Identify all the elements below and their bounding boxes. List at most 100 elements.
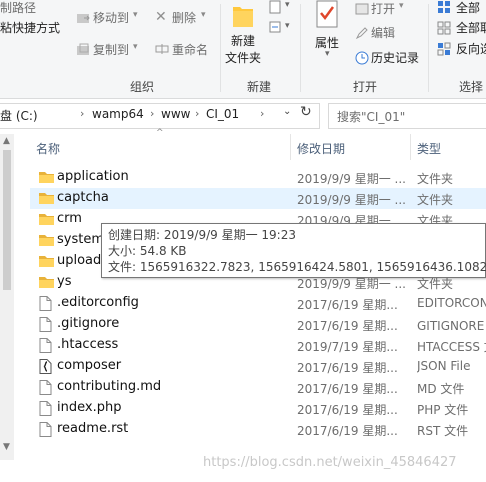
- breadcrumb-drive[interactable]: 盘 (C:): [0, 107, 38, 124]
- file-icon: [39, 317, 52, 335]
- folder-icon: [39, 212, 54, 229]
- copy-to-button[interactable]: 复制到: [93, 42, 129, 58]
- file-name: .editorconfig: [57, 295, 139, 310]
- file-modified-date: 2017/6/19 星期...: [297, 403, 398, 417]
- chevron-down-icon: ▾: [325, 49, 330, 59]
- file-type: HTACCESS 文件: [417, 340, 486, 354]
- open-icon: [355, 2, 369, 19]
- column-divider[interactable]: [290, 134, 291, 160]
- select-group-label: 选择: [459, 80, 484, 94]
- properties-icon: [315, 0, 339, 31]
- new-folder-label-1[interactable]: 新建: [231, 33, 255, 49]
- ribbon-divider: [428, 4, 429, 92]
- file-modified-date: 2017/6/19 星期...: [297, 424, 398, 438]
- rename-icon: [155, 42, 169, 59]
- file-type: JSON File: [417, 359, 471, 373]
- refresh-icon[interactable]: ↻: [300, 104, 312, 120]
- search-input[interactable]: 搜索"CI_01": [337, 108, 405, 125]
- address-bar[interactable]: [0, 103, 320, 129]
- easy-access-icon: [268, 20, 282, 37]
- file-type: GITIGNORE 文件: [417, 319, 486, 333]
- copy-path-button[interactable]: 制路径: [0, 0, 36, 16]
- file-row[interactable]: index.php 2017/6/19 星期... PHP 文件: [30, 398, 486, 419]
- file-row[interactable]: readme.rst 2017/6/19 星期... RST 文件: [30, 419, 486, 440]
- file-row[interactable]: contributing.md 2017/6/19 星期... MD 文件: [30, 377, 486, 398]
- folder-icon: [39, 233, 54, 250]
- breadcrumb-ci01[interactable]: CI_01: [206, 107, 239, 121]
- new-group-label: 新建: [247, 80, 272, 94]
- file-modified-date: 2017/6/19 星期...: [297, 319, 398, 333]
- ribbon: 制路径 粘快捷方式 移动到 ▾ ✕ 删除 ▾ 复制到 ▾ 重命名 组织 ▾ ▾ …: [0, 0, 486, 99]
- breadcrumb-chevron-icon: ›: [80, 107, 85, 120]
- file-icon: [39, 401, 52, 419]
- chevron-down-icon: ▾: [133, 10, 138, 20]
- file-name: application: [57, 169, 129, 184]
- file-type: 文件夹: [417, 172, 454, 186]
- file-name: .htaccess: [57, 337, 119, 352]
- file-modified-date: 2017/6/19 星期...: [297, 382, 398, 396]
- file-icon: [39, 338, 52, 356]
- file-name: ys: [57, 274, 72, 289]
- json-file-icon: [39, 359, 52, 377]
- breadcrumb-www[interactable]: www: [161, 107, 190, 121]
- file-name: contributing.md: [57, 379, 162, 394]
- edit-button[interactable]: 编辑: [371, 25, 395, 41]
- address-dropdown-icon[interactable]: ⌄: [283, 106, 291, 117]
- file-name: readme.rst: [57, 421, 129, 436]
- file-modified-date: 2019/7/19 星期...: [297, 340, 398, 354]
- scrollbar-thumb[interactable]: [3, 150, 11, 290]
- tooltip-files: 文件: 1565916322.7823, 1565916424.5801, 15…: [108, 260, 486, 274]
- file-row[interactable]: .gitignore 2017/6/19 星期... GITIGNORE 文件: [30, 314, 486, 335]
- chevron-down-icon: ▾: [285, 21, 290, 31]
- move-to-button[interactable]: 移动到: [93, 10, 129, 26]
- new-folder-label-2[interactable]: 文件夹: [225, 50, 261, 66]
- file-name: composer: [57, 358, 122, 373]
- column-divider[interactable]: [410, 134, 411, 160]
- delete-icon: ✕: [155, 9, 167, 25]
- move-to-icon: [76, 11, 90, 28]
- file-row[interactable]: application 2019/9/9 星期一 ... 文件夹: [30, 167, 486, 188]
- open-group-label: 打开: [353, 80, 378, 94]
- paste-shortcut-button[interactable]: 粘快捷方式: [0, 20, 60, 36]
- history-button[interactable]: 历史记录: [371, 50, 419, 66]
- file-row[interactable]: composer 2017/6/19 星期... JSON File: [30, 356, 486, 377]
- column-header-type[interactable]: 类型: [417, 140, 441, 157]
- file-icon: [39, 422, 52, 440]
- select-none-button[interactable]: 全部取: [456, 20, 486, 36]
- scroll-down-icon[interactable]: ▼: [3, 442, 10, 452]
- column-header-modified[interactable]: 修改日期: [297, 140, 345, 157]
- watermark: https://blog.csdn.net/weixin_45846427: [203, 455, 457, 470]
- chevron-down-icon: ▾: [133, 42, 138, 52]
- file-modified-date: 2017/6/19 星期...: [297, 298, 398, 312]
- chevron-down-icon: ▾: [285, 0, 290, 10]
- delete-button[interactable]: 删除: [172, 10, 196, 26]
- breadcrumb-wamp64[interactable]: wamp64: [92, 107, 144, 121]
- file-modified-date: 2019/9/9 星期一 ...: [297, 193, 406, 207]
- rename-button[interactable]: 重命名: [172, 42, 208, 58]
- file-row[interactable]: captcha 2019/9/9 星期一 ... 文件夹: [30, 188, 486, 209]
- breadcrumb-chevron-icon: ›: [150, 107, 155, 120]
- file-name: crm: [57, 211, 82, 226]
- column-header-name[interactable]: 名称: [36, 140, 60, 157]
- open-button[interactable]: 打开: [371, 1, 395, 17]
- copy-to-icon: [76, 43, 90, 60]
- file-row[interactable]: .htaccess 2019/7/19 星期... HTACCESS 文件: [30, 335, 486, 356]
- edit-icon: [355, 26, 369, 43]
- file-type: RST 文件: [417, 424, 469, 438]
- organize-group-label: 组织: [130, 80, 155, 94]
- select-none-icon: [437, 21, 451, 38]
- file-type: EDITORCONFIG: [417, 296, 486, 310]
- file-name: system: [57, 232, 104, 247]
- chevron-down-icon: ▾: [399, 1, 404, 11]
- folder-icon: [39, 254, 54, 271]
- chevron-down-icon: ▾: [201, 10, 206, 20]
- select-all-button[interactable]: 全部: [456, 0, 480, 16]
- scroll-up-icon[interactable]: ▲: [3, 136, 10, 146]
- folder-icon: [39, 191, 54, 208]
- file-icon: [39, 296, 52, 314]
- invert-selection-button[interactable]: 反向选: [456, 41, 486, 57]
- file-modified-date: 2019/9/9 星期一 ...: [297, 172, 406, 186]
- breadcrumb-chevron-icon: ›: [260, 107, 265, 120]
- file-type: MD 文件: [417, 382, 465, 396]
- file-row[interactable]: .editorconfig 2017/6/19 星期... EDITORCONFIG: [30, 293, 486, 314]
